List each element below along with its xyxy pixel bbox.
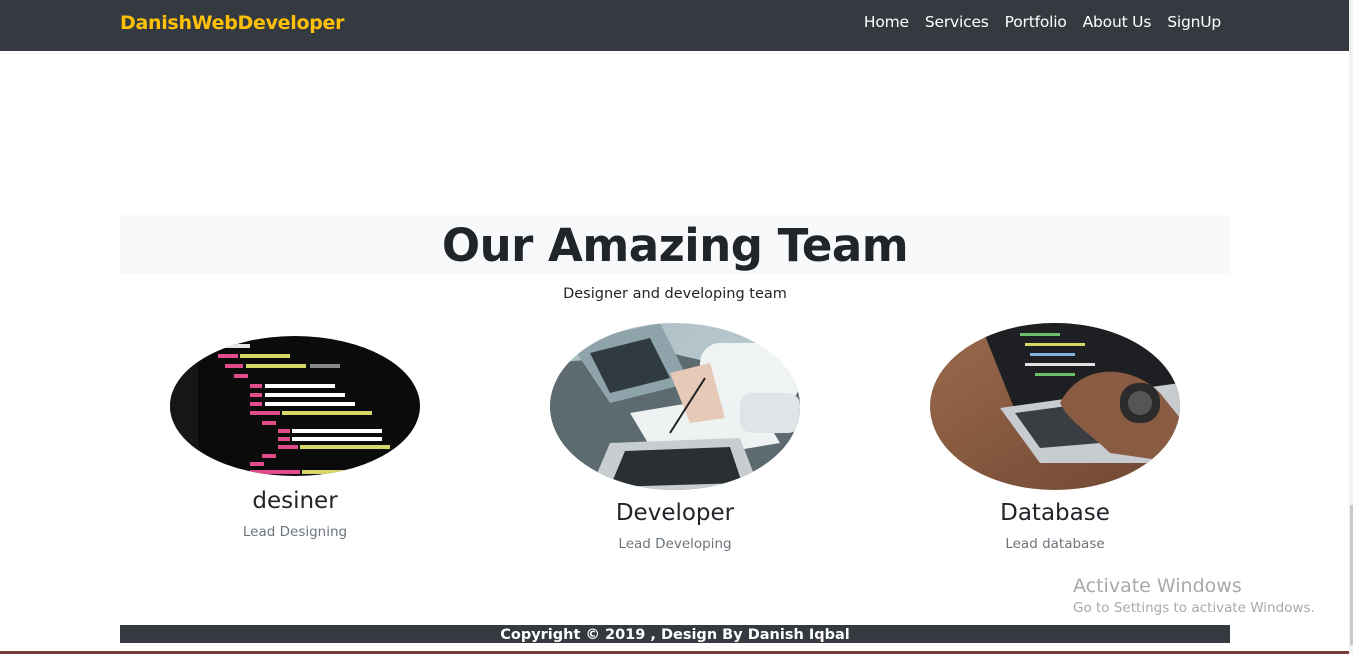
- page: DanishWebDeveloper Home Services Portfol…: [0, 0, 1353, 654]
- watermark-subtitle: Go to Settings to activate Windows.: [1073, 600, 1315, 616]
- member-role: Lead Designing: [242, 524, 348, 540]
- team-title: Our Amazing Team: [441, 219, 909, 272]
- nav-link-about-us[interactable]: About Us: [1083, 13, 1152, 31]
- watermark-title: Activate Windows: [1073, 575, 1242, 597]
- nav-link-home[interactable]: Home: [864, 13, 909, 31]
- member-name: desiner: [252, 488, 338, 514]
- team-card-designer: desiner Lead Designing: [170, 336, 420, 540]
- activate-windows-watermark: Activate Windows Go to Settings to activ…: [1073, 575, 1315, 616]
- team-header: Our Amazing Team: [120, 215, 1230, 274]
- member-name: Database: [1000, 500, 1110, 526]
- member-name: Developer: [615, 500, 735, 526]
- scrollbar-track[interactable]: [1349, 0, 1353, 654]
- team-subtitle: Designer and developing team: [563, 286, 787, 302]
- nav-link-services[interactable]: Services: [925, 13, 989, 31]
- top-navbar: DanishWebDeveloper Home Services Portfol…: [0, 0, 1349, 51]
- member-role: Lead database: [1005, 536, 1105, 552]
- nav-link-portfolio[interactable]: Portfolio: [1005, 13, 1067, 31]
- team-card-developer: Developer Lead Developing: [550, 323, 800, 552]
- brand-logo-link[interactable]: DanishWebDeveloper: [120, 12, 344, 34]
- footer-copyright: Copyright © 2019 , Design By Danish Iqba…: [120, 625, 1230, 643]
- nav-link-signup[interactable]: SignUp: [1167, 13, 1221, 31]
- typing-laptop-image: [930, 323, 1180, 490]
- meeting-laptop-image: [550, 323, 800, 490]
- team-card-database: Database Lead database: [930, 323, 1180, 552]
- member-role: Lead Developing: [618, 536, 732, 552]
- code-screen-image: [170, 336, 420, 476]
- nav-links: Home Services Portfolio About Us SignUp: [864, 13, 1221, 31]
